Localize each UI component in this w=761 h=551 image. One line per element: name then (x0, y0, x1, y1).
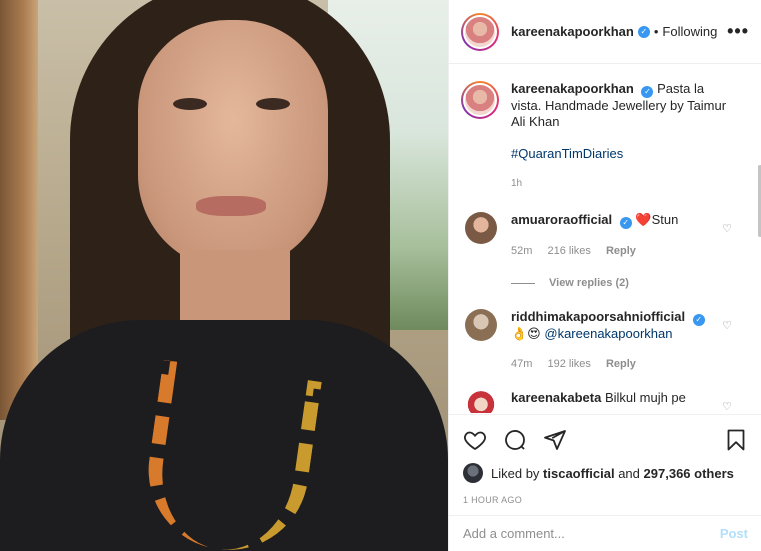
reply-button[interactable]: Reply (606, 358, 636, 370)
comment-likes[interactable]: 192 likes (547, 358, 590, 370)
commenter-username[interactable]: amuaroraofficial (511, 212, 612, 227)
separator-dot: • (653, 24, 659, 39)
bookmark-icon[interactable] (724, 428, 748, 452)
caption-time[interactable]: 1h (511, 176, 731, 192)
comment-icon[interactable] (503, 428, 527, 452)
replies-line (511, 282, 535, 284)
comment-text: Bilkul mujh pe (604, 390, 686, 405)
right-eye (256, 98, 290, 110)
caption-avatar[interactable] (461, 81, 499, 119)
post-actions: Liked by tiscaofficial and 297,366 other… (449, 414, 761, 505)
liker-username[interactable]: tiscaofficial (543, 466, 615, 481)
add-comment-bar: Post (449, 515, 761, 551)
hashtag-link[interactable]: #QuaranTimDiaries (511, 146, 623, 161)
comment-item: amuaroraofficial ✓ ❤️Stun 52m 216 likes … (449, 212, 761, 259)
heart-icon[interactable] (463, 428, 487, 452)
comment-emoji: 👌😍 (511, 326, 541, 341)
comment-like-heart-icon[interactable]: ♡ (722, 222, 732, 235)
following-button[interactable]: Following (662, 24, 717, 39)
commenter-username[interactable]: riddhimakapoorsahniofficial (511, 309, 685, 324)
comments-list[interactable]: kareenakapoorkhan ✓ Pasta la vista. Hand… (449, 65, 761, 413)
comment-like-heart-icon[interactable]: ♡ (722, 400, 732, 413)
window-frame (0, 0, 38, 420)
left-eye (173, 98, 207, 110)
comment-like-heart-icon[interactable]: ♡ (722, 319, 732, 332)
comment-item: riddhimakapoorsahniofficial ✓ 👌😍 @kareen… (449, 309, 761, 372)
comment-time[interactable]: 47m (511, 358, 532, 370)
comment-time[interactable]: 52m (511, 245, 532, 257)
view-replies-label: View replies (2) (549, 277, 629, 289)
comment-meta: 47m 192 likes Reply (511, 356, 711, 372)
share-icon[interactable] (543, 428, 567, 452)
more-options-icon[interactable]: ••• (727, 21, 749, 42)
verified-icon: ✓ (619, 217, 632, 229)
lips (196, 196, 266, 216)
verified-icon: ✓ (641, 86, 654, 98)
comment-emoji: ❤️ (635, 212, 652, 227)
author-avatar[interactable] (461, 12, 499, 51)
post-side-panel: kareenakapoorkhan ✓ • Following ••• kare… (448, 0, 761, 551)
mention-link[interactable]: @kareenakapoorkhan (544, 326, 672, 341)
caption: kareenakapoorkhan ✓ Pasta la vista. Hand… (449, 65, 761, 192)
post-timestamp[interactable]: 1 HOUR AGO (463, 495, 748, 505)
liked-by: Liked by tiscaofficial and 297,366 other… (463, 463, 748, 483)
comment-text: Stun (651, 212, 679, 227)
face (138, 20, 328, 270)
author-username[interactable]: kareenakapoorkhan (511, 24, 634, 39)
action-icons (463, 427, 748, 453)
post-comment-button[interactable]: Post (720, 526, 748, 541)
commenter-avatar[interactable] (465, 390, 497, 413)
post-header: kareenakapoorkhan ✓ • Following ••• (449, 0, 761, 64)
comment-meta: 52m 216 likes Reply (511, 243, 711, 259)
reply-button[interactable]: Reply (606, 245, 636, 257)
commenter-username[interactable]: kareenakabeta (511, 390, 601, 405)
liker-avatar[interactable] (463, 463, 483, 483)
comment-input[interactable] (463, 526, 720, 541)
commenter-avatar[interactable] (465, 309, 497, 341)
commenter-avatar[interactable] (465, 212, 497, 244)
comment-likes[interactable]: 216 likes (547, 245, 590, 257)
liked-by-and: and (618, 465, 640, 481)
caption-username[interactable]: kareenakapoorkhan (511, 81, 634, 96)
likes-count[interactable]: 297,366 others (644, 466, 734, 481)
verified-icon: ✓ (692, 314, 705, 326)
verified-icon: ✓ (637, 25, 650, 38)
comment-item: kareenakabeta Bilkul mujh pe ♡ (449, 390, 761, 413)
post-photo[interactable] (0, 0, 448, 551)
liked-by-prefix: Liked by (491, 465, 540, 481)
view-replies-button[interactable]: View replies (2) (449, 277, 761, 289)
